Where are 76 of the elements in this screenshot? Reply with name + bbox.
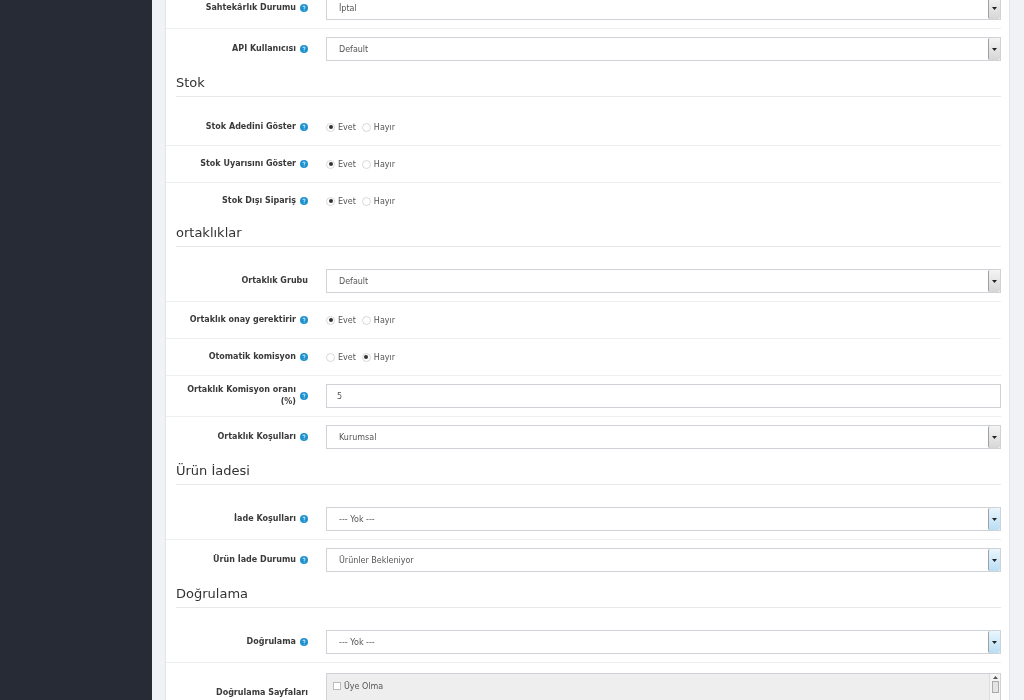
field-label: Stok Adedini Göster xyxy=(205,121,296,133)
field-label: İade Koşulları xyxy=(234,513,296,525)
field-label: Doğrulama Sayfaları xyxy=(216,687,308,699)
radio-label: Evet xyxy=(338,196,356,206)
help-icon[interactable] xyxy=(300,45,308,53)
caret-icon xyxy=(992,279,997,283)
radio-button[interactable] xyxy=(326,352,335,362)
caret-icon xyxy=(992,6,997,10)
help-icon[interactable] xyxy=(300,392,308,400)
radio-label: Evet xyxy=(338,122,356,132)
field-label: Otomatik komisyon xyxy=(208,351,296,363)
section-heading: Doğrulama xyxy=(176,586,1001,608)
radio-button[interactable] xyxy=(326,196,335,206)
radio-button[interactable] xyxy=(326,122,335,132)
dropdown-button[interactable] xyxy=(988,426,1000,448)
radio-label: Hayır xyxy=(373,196,396,206)
field-label: Ortaklık Grubu xyxy=(241,275,308,287)
checkbox[interactable] xyxy=(333,682,341,690)
caret-icon xyxy=(992,640,997,644)
radio-button[interactable] xyxy=(326,315,335,325)
dropdown-button[interactable] xyxy=(988,270,1000,292)
help-icon[interactable] xyxy=(300,4,308,12)
select-field[interactable]: Ürünler Bekleniyor xyxy=(326,548,1001,572)
help-icon[interactable] xyxy=(300,433,308,441)
field-label: Sahtekârlık Durumu xyxy=(205,2,296,14)
radio-button[interactable] xyxy=(361,196,371,206)
radio-button[interactable] xyxy=(361,122,371,132)
radio-button[interactable] xyxy=(361,315,371,325)
section-heading: ortaklıklar xyxy=(176,225,1001,247)
dropdown-button[interactable] xyxy=(988,508,1000,530)
help-icon[interactable] xyxy=(300,316,308,324)
section-heading: Ürün İadesi xyxy=(176,463,1001,485)
caret-icon xyxy=(992,517,997,521)
field-label: Stok Uyarısını Göster xyxy=(200,158,296,170)
dropdown-button[interactable] xyxy=(988,631,1000,653)
radio-label: Hayır xyxy=(373,159,396,169)
field-label: Stok Dışı Sipariş xyxy=(222,195,296,207)
select-field[interactable]: Default xyxy=(326,269,1001,293)
dropdown-button[interactable] xyxy=(988,549,1000,571)
select-field[interactable]: --- Yok --- xyxy=(326,630,1001,654)
radio-label: Hayır xyxy=(373,352,396,362)
help-icon[interactable] xyxy=(300,197,308,205)
help-icon[interactable] xyxy=(300,353,308,361)
help-icon[interactable] xyxy=(300,515,308,523)
radio-label: Hayır xyxy=(373,315,396,325)
radio-button[interactable] xyxy=(361,352,371,362)
select-field[interactable]: Kurumsal xyxy=(326,425,1001,449)
section-heading: Stok xyxy=(176,75,1001,97)
field-label: Ürün İade Durumu xyxy=(213,554,296,566)
select-field[interactable]: Default xyxy=(326,37,1001,61)
caret-icon xyxy=(992,435,997,439)
select-field[interactable]: --- Yok --- xyxy=(326,507,1001,531)
radio-button[interactable] xyxy=(326,159,335,169)
help-icon[interactable] xyxy=(300,123,308,131)
select-field[interactable]: İptal xyxy=(326,0,1001,20)
scrollbar[interactable] xyxy=(989,674,1000,700)
caret-icon xyxy=(992,47,997,51)
radio-label: Evet xyxy=(338,352,356,362)
dropdown-button[interactable] xyxy=(988,0,1000,19)
field-label: Ortaklık Komisyon oranı (%) xyxy=(186,384,296,408)
radio-label: Evet xyxy=(338,159,356,169)
field-label: Ortaklık onay gerektirir xyxy=(189,314,296,326)
caret-icon xyxy=(992,558,997,562)
help-icon[interactable] xyxy=(300,638,308,646)
radio-button[interactable] xyxy=(361,159,371,169)
field-label: Ortaklık Koşulları xyxy=(217,431,296,443)
checkbox-label: Üye Olma xyxy=(344,682,384,691)
field-label: API Kullanıcısı xyxy=(232,43,296,55)
radio-label: Evet xyxy=(338,315,356,325)
scroll-up-icon xyxy=(992,676,998,679)
help-icon[interactable] xyxy=(300,160,308,168)
input-field[interactable]: 5 xyxy=(326,384,1001,408)
help-icon[interactable] xyxy=(300,556,308,564)
radio-label: Hayır xyxy=(373,122,396,132)
dropdown-button[interactable] xyxy=(988,38,1000,60)
field-label: Doğrulama xyxy=(246,636,296,648)
